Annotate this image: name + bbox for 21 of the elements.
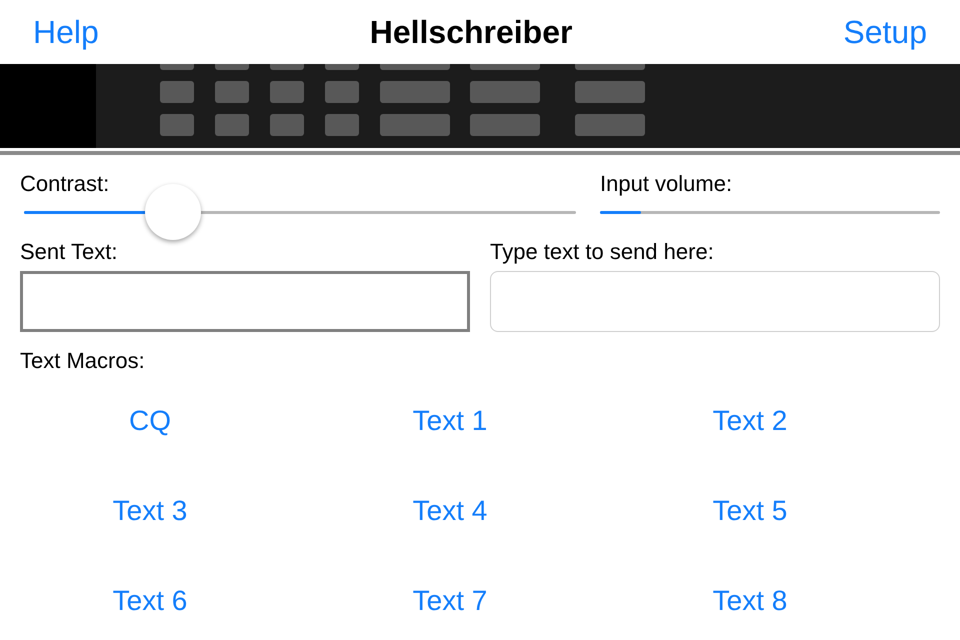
contrast-label: Contrast: — [20, 171, 110, 197]
setup-button[interactable]: Setup — [843, 8, 927, 56]
send-text-label: Type text to send here: — [490, 238, 715, 266]
slider-track[interactable] — [600, 210, 940, 214]
help-button[interactable]: Help — [33, 8, 99, 56]
send-text-field[interactable] — [490, 271, 940, 332]
macro-button[interactable]: CQ — [121, 396, 179, 446]
macro-button[interactable]: Text 5 — [704, 486, 796, 536]
macro-button[interactable]: Text 1 — [404, 396, 496, 446]
sent-text-label: Sent Text: — [20, 238, 118, 266]
macro-button[interactable]: Text 4 — [404, 486, 496, 536]
macro-button[interactable]: Text 6 — [104, 576, 196, 626]
macro-button[interactable]: Text 3 — [104, 486, 196, 536]
macro-button[interactable]: Text 2 — [704, 396, 796, 446]
screen-title: Hellschreiber — [370, 13, 572, 52]
macro-button[interactable]: Text 7 — [404, 576, 496, 626]
macro-button[interactable]: Text 8 — [704, 576, 796, 626]
slider-thumb[interactable] — [145, 184, 202, 240]
input-volume-label: Input volume: — [600, 171, 734, 197]
text-macros-label: Text Macros: — [19, 347, 146, 375]
slider-track[interactable] — [24, 210, 576, 214]
